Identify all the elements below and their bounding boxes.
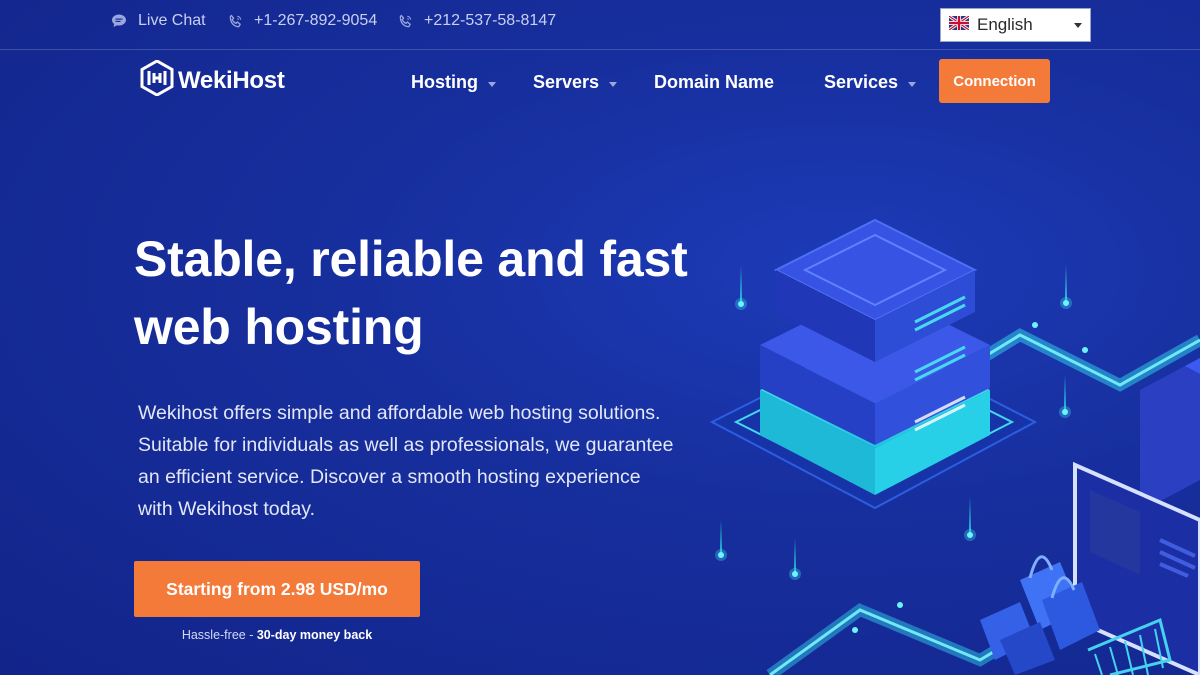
hero-illustration: [690, 190, 1200, 675]
hero-title-line-1: Stable, reliable and fast: [134, 231, 688, 287]
site-logo[interactable]: WekiHost: [140, 59, 285, 101]
top-bar: Live Chat +1-267-892-9054 +212-537-58-81…: [0, 0, 1200, 50]
chevron-down-icon: [908, 81, 917, 87]
logo-text: WekiHost: [178, 66, 285, 94]
wekihost-logo-icon: [140, 59, 174, 101]
money-back-prefix: Hassle-free -: [181, 628, 257, 642]
nav-servers-label: Servers: [533, 72, 600, 92]
nav-domain-name-label: Domain Name: [654, 72, 775, 92]
phone-icon: [226, 12, 244, 30]
nav-hosting[interactable]: Hosting: [411, 72, 496, 93]
nav-hosting-label: Hosting: [411, 72, 478, 92]
chevron-down-icon: [609, 81, 618, 87]
hero-title: Stable, reliable and fast web hosting: [134, 225, 734, 361]
nav-servers[interactable]: Servers: [533, 72, 618, 93]
starting-price-button[interactable]: Starting from 2.98 USD/mo: [134, 561, 420, 617]
phone-number-2: +212-537-58-8147: [424, 12, 557, 29]
phone-link-1[interactable]: +1-267-892-9054: [226, 12, 377, 30]
language-select[interactable]: English: [940, 8, 1091, 42]
nav-domain-name[interactable]: Domain Name: [654, 72, 774, 93]
nav-services-label: Services: [824, 72, 899, 92]
phone-link-2[interactable]: +212-537-58-8147: [396, 12, 556, 30]
language-value: English: [977, 15, 1033, 34]
hero-description-line: Suitable for individuals as well as prof…: [138, 434, 674, 456]
phone-number-1: +1-267-892-9054: [254, 12, 378, 29]
money-back-bold: 30-day money back: [256, 628, 373, 642]
connection-button[interactable]: Connection: [939, 59, 1050, 103]
hero-description-line: an efficient service. Discover a smooth …: [138, 466, 641, 488]
chat-bubble-icon: [110, 12, 128, 30]
hero-description-line: Wekihost offers simple and affordable we…: [138, 402, 661, 424]
chevron-down-icon: [1074, 23, 1082, 28]
money-back-note: Hassle-free - 30-day money back: [134, 628, 420, 642]
live-chat-label: Live Chat: [138, 12, 206, 29]
chevron-down-icon: [488, 81, 496, 87]
uk-flag-icon: [948, 14, 970, 35]
hero-description-line: with Wekihost today.: [138, 498, 316, 520]
live-chat-link[interactable]: Live Chat: [110, 12, 206, 30]
hero-title-line-2: web hosting: [134, 299, 424, 355]
hero-description: Wekihost offers simple and affordable we…: [138, 397, 698, 525]
nav-services[interactable]: Services: [824, 72, 917, 93]
phone-icon: [396, 12, 414, 30]
